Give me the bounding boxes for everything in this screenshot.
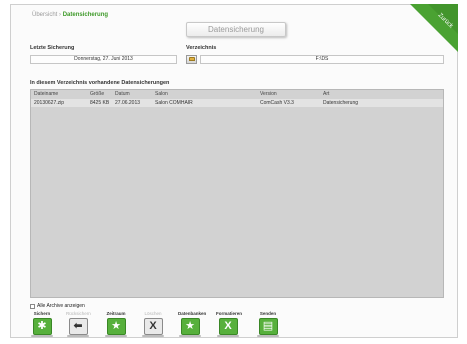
period-action[interactable]: Zeitraum ★ (104, 311, 128, 337)
column-header[interactable]: Datum (115, 91, 130, 97)
column-header[interactable]: Art (323, 91, 329, 97)
button-shadow (179, 335, 201, 337)
folder-icon (188, 57, 195, 61)
breadcrumb-current: Datensicherung (62, 12, 109, 18)
asterisk-icon: ✱ (37, 320, 47, 332)
cell-type: Datensicherung (323, 100, 359, 106)
breadcrumb-separator: › (59, 12, 62, 18)
last-backup-field: Donnerstag, 27. Juni 2013 (30, 55, 177, 64)
button-shadow (31, 335, 53, 337)
table-row[interactable]: 20130627.zip 8425 KB 27.06.2013 Salon CO… (31, 99, 443, 107)
send-button[interactable]: ▤ (258, 318, 278, 335)
show-all-archives-checkbox[interactable] (30, 303, 35, 309)
format-label: Formatieren (216, 311, 243, 316)
send-label: Senden (259, 311, 277, 316)
button-shadow (257, 335, 279, 337)
show-all-archives[interactable]: Alle Archive anzeigen (30, 303, 85, 309)
restore-action[interactable]: Rücksichern ⬅ (66, 311, 91, 337)
backup-list[interactable]: Dateiname Größe Datum Salon Version Art … (30, 89, 444, 298)
period-label: Zeitraum (106, 311, 126, 316)
choose-folder-button[interactable] (186, 55, 197, 64)
cell-salon: Salon COMHAIR (155, 100, 193, 106)
button-shadow (105, 335, 127, 337)
directory-label: Verzeichnis (186, 45, 217, 51)
format-action[interactable]: Formatieren X (216, 311, 243, 337)
cell-size: 8425 KB (90, 100, 110, 106)
page-title-button: Datensicherung (186, 22, 286, 37)
restore-label: Rücksichern (66, 311, 91, 316)
x-icon: X (149, 320, 157, 332)
delete-label: Löschen (144, 311, 162, 316)
last-backup-label: Letzte Sicherung (30, 45, 75, 51)
column-header[interactable]: Version (260, 91, 277, 97)
backup-list-title: In diesem Verzeichnis vorhandene Datensi… (30, 80, 170, 86)
list-header: Dateiname Größe Datum Salon Version Art (31, 90, 443, 98)
breadcrumb-parent[interactable]: Übersicht (32, 12, 57, 18)
directory-field: F:\DS (200, 55, 444, 64)
cell-version: ComCash V3.3 (260, 100, 294, 106)
cell-filename: 20130627.zip (34, 100, 65, 106)
restore-button[interactable]: ⬅ (68, 318, 88, 335)
column-header[interactable]: Dateiname (34, 91, 58, 97)
breadcrumb: Übersicht › Datensicherung (32, 12, 108, 18)
backup-action[interactable]: Sichern ✱ (30, 311, 54, 337)
button-shadow (217, 335, 239, 337)
back-corner-button[interactable]: Zurück (410, 4, 458, 52)
send-action[interactable]: Senden ▤ (256, 311, 280, 337)
cell-date: 27.06.2013 (115, 100, 141, 106)
delete-action[interactable]: Löschen X (141, 311, 165, 337)
databases-action[interactable]: Datenbanken ★ (178, 311, 207, 337)
button-shadow (142, 335, 164, 337)
databases-label: Datenbanken (178, 311, 207, 316)
backup-button[interactable]: ✱ (32, 318, 52, 335)
backup-label: Sichern (33, 311, 51, 316)
x-icon: X (224, 320, 232, 332)
send-icon: ▤ (262, 320, 274, 332)
delete-button[interactable]: X (143, 318, 163, 335)
show-all-archives-label: Alle Archive anzeigen (37, 303, 85, 309)
star-icon: ★ (111, 320, 121, 332)
star-icon: ★ (185, 320, 195, 332)
format-button[interactable]: X (218, 318, 238, 335)
period-button[interactable]: ★ (106, 318, 126, 335)
column-header[interactable]: Salon (155, 91, 168, 97)
column-header[interactable]: Größe (90, 91, 104, 97)
databases-button[interactable]: ★ (180, 318, 200, 335)
button-shadow (67, 335, 89, 337)
arrow-left-icon: ⬅ (73, 320, 83, 332)
